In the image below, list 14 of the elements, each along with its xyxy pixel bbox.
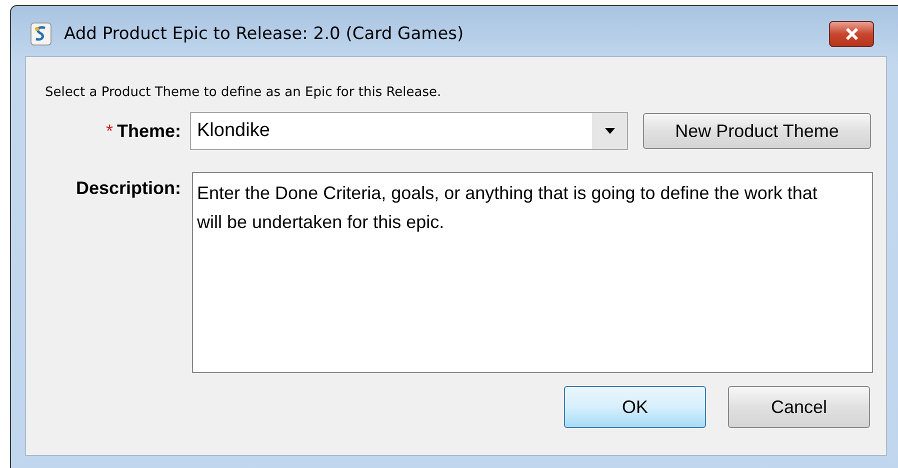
description-label: Description: <box>76 178 181 198</box>
ok-button[interactable]: OK <box>564 386 706 428</box>
description-field[interactable]: Enter the Done Criteria, goals, or anything that is going to define the work that will be undertaken for this epic. <box>192 172 873 373</box>
theme-dropdown[interactable]: Klondike <box>190 112 628 150</box>
cancel-button[interactable]: Cancel <box>728 386 870 428</box>
instruction-text: Select a Product Theme to define as an Epic for this Release. <box>45 85 442 100</box>
close-button[interactable] <box>829 21 874 47</box>
close-icon <box>844 28 860 40</box>
theme-label: Theme: <box>116 120 181 140</box>
required-mark: * <box>106 120 113 140</box>
app-icon <box>30 22 52 46</box>
window-title: Add Product Epic to Release: 2.0 (Card Games) <box>64 24 465 44</box>
new-product-theme-button[interactable]: New Product Theme <box>643 113 871 149</box>
caret-icon <box>605 128 615 134</box>
